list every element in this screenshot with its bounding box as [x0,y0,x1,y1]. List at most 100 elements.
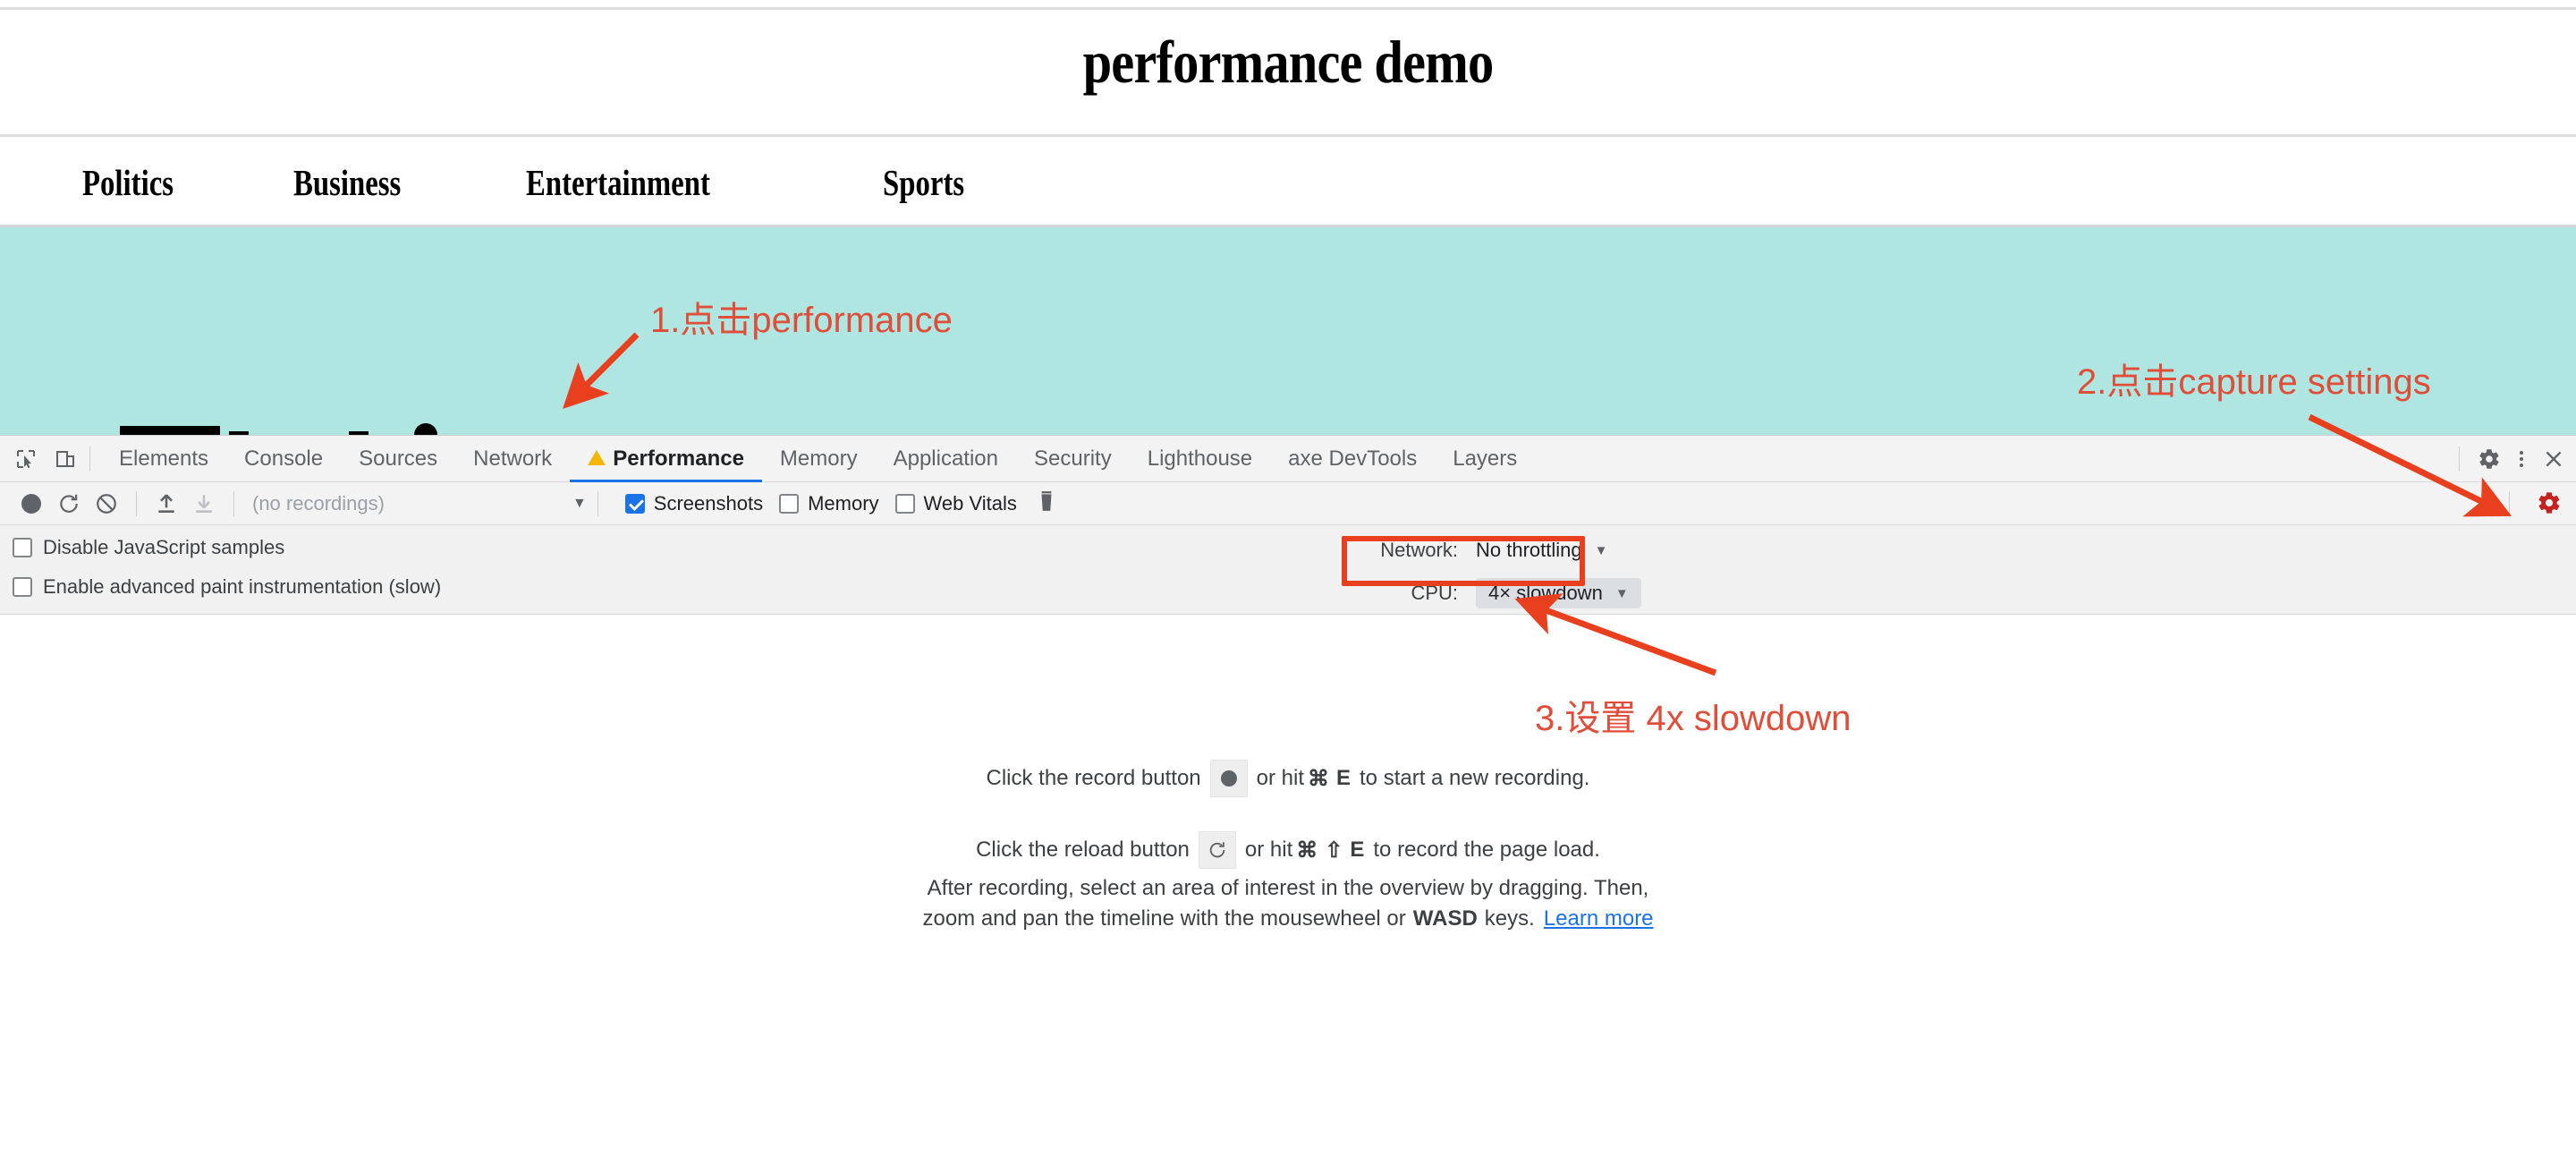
screenshots-checkbox-box[interactable] [624,493,645,514]
record-e-key: E [1336,766,1352,790]
tab-network[interactable]: Network [455,436,570,482]
nav-top-divider [0,134,2576,137]
web-vitals-checkbox[interactable]: Web Vitals [894,492,1017,515]
reload-instruction-post-a: or hit [1244,838,1293,862]
overview-instruction-line-1: After recording, select an area of inter… [0,876,2576,901]
devtools-tabbar: Elements Console Sources Network Perform… [0,436,2576,482]
tab-axe-devtools[interactable]: axe DevTools [1270,436,1435,482]
capture-settings-gear-icon[interactable] [2537,490,2562,520]
capture-settings-panel: Disable JavaScript samples Enable advanc… [0,525,2576,615]
reload-shift-key: ⇧ [1325,838,1343,863]
tab-lighthouse-label: Lighthouse [1147,446,1253,471]
network-throttling-label: Network: [1380,539,1458,561]
record-instruction-post-b: to start a new recording. [1360,766,1590,790]
tab-axe-devtools-label: axe DevTools [1288,446,1418,471]
record-instruction-post-a: or hit [1256,766,1304,790]
performance-toolbar: (no recordings) ▼ Screenshots Memory Web… [0,482,2576,525]
warning-triangle-icon [588,450,606,465]
reload-cmd-key: ⌘ [1296,838,1318,863]
tab-performance[interactable]: Performance [570,436,762,482]
cpu-throttling-select[interactable]: 4× slowdown ▼ [1476,578,1641,608]
tab-application[interactable]: Application [876,436,1016,482]
inline-record-button[interactable] [1209,760,1248,797]
inline-record-dot-icon [1220,770,1237,787]
cpu-throttling-value: 4× slowdown [1488,582,1603,604]
disable-js-samples-label: Disable JavaScript samples [43,536,285,558]
cpu-chevron-down-icon: ▼ [1614,585,1629,601]
inspect-element-icon[interactable] [13,446,39,472]
overview-instruction-text-c: keys. [1484,906,1535,931]
page-top-divider [0,7,2576,10]
memory-checkbox[interactable]: Memory [779,491,879,515]
network-throttling-row: Network: No throttling ▼ [1333,532,1780,568]
network-throttling-select[interactable]: No throttling ▼ [1476,539,1607,562]
recordings-chevron-down-icon[interactable]: ▼ [572,496,587,512]
nav-item-entertainment[interactable]: Entertainment [526,161,710,204]
save-profile-button[interactable] [185,488,223,520]
reload-instruction-line: Click the reload button or hit ⌘ ⇧ E to … [0,831,2576,869]
tab-memory[interactable]: Memory [762,436,876,482]
tab-lighthouse[interactable]: Lighthouse [1130,436,1270,482]
reload-e-key: E [1350,838,1365,862]
settings-gear-icon[interactable] [2476,446,2503,472]
record-cmd-key: ⌘ [1308,766,1329,791]
device-toolbar-icon[interactable] [52,446,79,472]
advanced-paint-instrumentation-box[interactable] [13,577,32,597]
tab-security[interactable]: Security [1016,436,1130,482]
close-devtools-icon[interactable] [2540,446,2567,472]
tab-console[interactable]: Console [226,436,341,482]
tab-sources-label: Sources [359,446,438,471]
inline-reload-button[interactable] [1198,831,1236,869]
advanced-paint-instrumentation-checkbox[interactable]: Enable advanced paint instrumentation (s… [13,575,441,599]
devtools-tabbar-right-icons [2448,436,2567,482]
wasd-keys-label: WASD [1412,906,1478,931]
tab-performance-label: Performance [613,446,744,471]
memory-label: Memory [808,491,879,514]
devtools-tabbar-left-icons [0,446,79,472]
record-instruction-pre: Click the record button [986,766,1201,790]
memory-checkbox-box[interactable] [779,493,800,514]
overview-instruction-text-b: zoom and pan the timeline with the mouse… [922,906,1406,931]
record-dot-icon [21,493,41,514]
performance-empty-state: Click the record button or hit ⌘ E to st… [0,615,2576,1152]
advanced-paint-instrumentation-label: Enable advanced paint instrumentation (s… [43,575,442,598]
recordings-select[interactable]: (no recordings) [252,492,385,515]
tabbar-divider [89,446,90,472]
throttling-controls: Network: No throttling ▼ CPU: 4× slowdow… [1333,532,1780,611]
network-chevron-down-icon: ▼ [1594,542,1608,558]
overview-instruction-line-2: zoom and pan the timeline with the mouse… [0,906,2576,931]
record-button[interactable] [13,488,50,520]
reload-instruction-text: Click the reload button or hit ⌘ ⇧ E to … [0,831,2576,869]
more-options-kebab-icon[interactable] [2508,446,2535,472]
overview-instruction-text-a: After recording, select an area of inter… [927,876,1649,900]
right-icons-divider [2459,446,2460,472]
nav-item-business[interactable]: Business [293,161,401,204]
site-nav: Politics Business Entertainment Sports [0,139,2576,225]
reload-and-record-button[interactable] [50,488,88,520]
nav-item-politics[interactable]: Politics [82,161,174,204]
devtools-tab-list: Elements Console Sources Network Perform… [101,436,1535,482]
tab-layers-label: Layers [1453,446,1518,471]
record-instruction-text: Click the record button or hit ⌘ E to st… [0,760,2576,797]
toolbar-divider-4 [2509,491,2510,516]
toolbar-divider-1 [136,490,137,516]
disable-js-samples-box[interactable] [13,538,32,557]
screenshots-checkbox[interactable]: Screenshots [624,491,764,515]
collect-garbage-trash-icon[interactable] [1035,489,1058,517]
clipped-content-a [120,426,220,435]
nav-item-sports[interactable]: Sports [883,161,964,204]
tab-layers[interactable]: Layers [1435,436,1535,482]
web-vitals-checkbox-box[interactable] [894,493,915,514]
learn-more-link[interactable]: Learn more [1544,906,1654,931]
screenshots-label: Screenshots [653,491,764,514]
disable-js-samples-checkbox[interactable]: Disable JavaScript samples [13,536,441,559]
tab-memory-label: Memory [779,446,858,471]
capture-settings-options: Disable JavaScript samples Enable advanc… [13,536,441,599]
toolbar-divider-3 [597,490,598,516]
tab-sources[interactable]: Sources [341,436,455,482]
network-throttling-value: No throttling [1476,539,1582,561]
load-profile-button[interactable] [148,488,185,520]
clear-recording-button[interactable] [88,488,125,520]
page-hero-band [0,227,2576,446]
tab-elements[interactable]: Elements [101,436,226,482]
